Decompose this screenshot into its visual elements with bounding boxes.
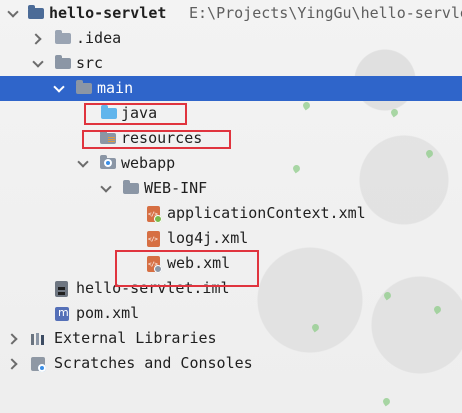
folder-icon bbox=[75, 80, 93, 95]
tree-item-label: pom.xml bbox=[76, 304, 140, 322]
module-file-icon bbox=[54, 281, 72, 297]
libraries-icon bbox=[30, 331, 48, 345]
chevron-down-icon[interactable] bbox=[77, 158, 89, 170]
tree-item-label: webapp bbox=[121, 154, 176, 172]
tree-item-label: src bbox=[76, 54, 104, 72]
tree-row-web-inf[interactable]: WEB-INF bbox=[0, 176, 462, 201]
tree-item-label: .idea bbox=[76, 29, 122, 47]
tree-item-label: Scratches and Consoles bbox=[54, 354, 253, 372]
chevron-right-icon[interactable] bbox=[32, 33, 44, 45]
scratches-icon bbox=[30, 356, 48, 372]
tree-row-external-libraries[interactable]: External Libraries bbox=[0, 326, 462, 351]
web-folder-icon bbox=[99, 155, 117, 170]
tree-row-web-xml[interactable]: web.xml bbox=[0, 251, 462, 276]
tree-item-label: hello-servlet.iml bbox=[76, 279, 230, 297]
chevron-right-icon[interactable] bbox=[8, 358, 20, 370]
tree-item-label: main bbox=[97, 79, 134, 97]
maven-file-icon bbox=[54, 306, 72, 321]
resources-folder-icon bbox=[99, 130, 117, 145]
tree-row-pom[interactable]: pom.xml bbox=[0, 301, 462, 326]
tree-item-label: log4j.xml bbox=[167, 229, 249, 247]
tree-item-label: resources bbox=[121, 129, 203, 147]
tree-row-webapp[interactable]: webapp bbox=[0, 151, 462, 176]
background-leaf bbox=[381, 396, 392, 407]
tree-row-application-context[interactable]: applicationContext.xml bbox=[0, 201, 462, 226]
tree-item-label: External Libraries bbox=[54, 329, 217, 347]
tree-row-scratches[interactable]: Scratches and Consoles bbox=[0, 351, 462, 376]
folder-icon bbox=[54, 55, 72, 70]
tree-row-java[interactable]: java bbox=[0, 101, 462, 126]
project-path: E:\Projects\YingGu\hello-servle bbox=[189, 4, 462, 22]
tree-row-src[interactable]: src bbox=[0, 51, 462, 76]
chevron-down-icon[interactable] bbox=[53, 83, 65, 95]
project-tool-window: hello-servlet E:\Projects\YingGu\hello-s… bbox=[0, 0, 462, 413]
tree-item-label: web.xml bbox=[167, 254, 231, 272]
folder-icon bbox=[27, 5, 45, 20]
tree-row-iml[interactable]: hello-servlet.iml bbox=[0, 276, 462, 301]
tree-item-label: java bbox=[121, 104, 158, 122]
chevron-right-icon[interactable] bbox=[8, 333, 20, 345]
tree-item-label: WEB-INF bbox=[144, 179, 208, 197]
xml-file-icon bbox=[145, 231, 163, 247]
chevron-down-icon[interactable] bbox=[7, 8, 19, 20]
tree-row-log4j[interactable]: log4j.xml bbox=[0, 226, 462, 251]
source-folder-icon bbox=[100, 105, 118, 120]
tree-item-label: applicationContext.xml bbox=[167, 204, 366, 222]
chevron-down-icon[interactable] bbox=[32, 58, 44, 70]
folder-icon bbox=[122, 180, 140, 195]
project-name: hello-servlet bbox=[49, 4, 167, 22]
tree-row-main-selected[interactable]: main bbox=[0, 76, 462, 101]
tree-row-idea[interactable]: .idea bbox=[0, 26, 462, 51]
folder-icon bbox=[54, 30, 72, 45]
tree-row-resources[interactable]: resources bbox=[0, 126, 462, 151]
tree-row-project-root[interactable]: hello-servlet E:\Projects\YingGu\hello-s… bbox=[0, 1, 462, 26]
xml-file-icon bbox=[145, 206, 163, 223]
chevron-down-icon[interactable] bbox=[100, 183, 112, 195]
xml-file-icon bbox=[145, 256, 163, 273]
